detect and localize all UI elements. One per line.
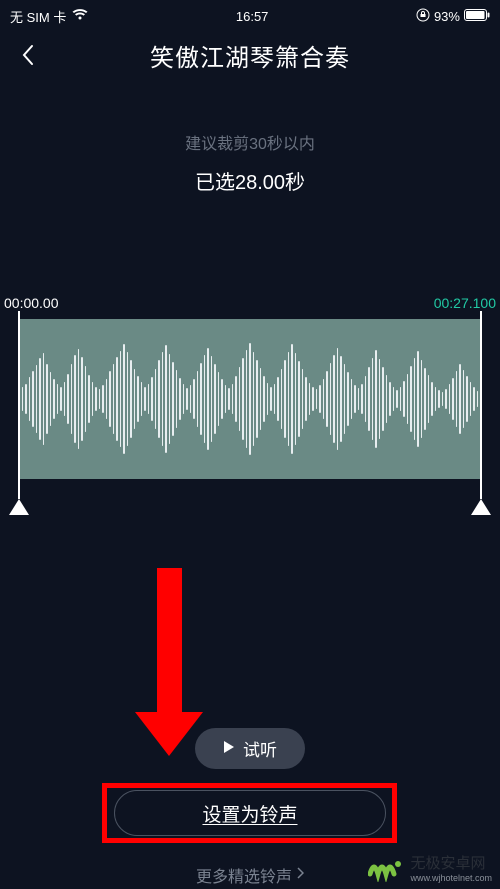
trim-handle-left[interactable] [18, 311, 20, 499]
status-right: 93% [416, 8, 490, 25]
set-ringtone-button[interactable]: 设置为铃声 [114, 790, 386, 836]
lock-rotation-icon [416, 8, 430, 25]
preview-button[interactable]: 试听 [195, 728, 305, 769]
more-label: 更多精选铃声 [196, 863, 292, 887]
more-ringtones-link[interactable]: 更多精选铃声 [196, 863, 304, 887]
waveform-container[interactable] [0, 319, 500, 479]
annotation-arrow-head [135, 712, 203, 756]
status-bar: 无 SIM 卡 16:57 93% [0, 0, 500, 28]
header: 笑傲江湖琴箫合奏 [0, 28, 500, 82]
selected-duration: 已选28.00秒 [0, 166, 500, 195]
watermark-logo-icon [368, 854, 404, 882]
trim-hint: 建议裁剪30秒以内 [0, 130, 500, 154]
start-time: 00:00.00 [4, 295, 59, 311]
watermark-text-wrap: 无极安卓网 www.wjhotelnet.com [410, 852, 492, 883]
battery-pct: 93% [434, 9, 460, 24]
watermark: 无极安卓网 www.wjhotelnet.com [368, 852, 492, 883]
timeline: 00:00.00 00:27.100 [0, 295, 500, 495]
preview-label: 试听 [243, 736, 277, 761]
trim-handle-right[interactable] [480, 311, 482, 499]
set-ringtone-label: 设置为铃声 [202, 800, 297, 827]
battery-icon [464, 9, 490, 24]
waveform [18, 319, 482, 479]
clock: 16:57 [236, 9, 269, 24]
status-left: 无 SIM 卡 [10, 7, 88, 26]
play-icon [223, 739, 235, 759]
watermark-brand: 无极安卓网 [410, 855, 485, 872]
sim-status: 无 SIM 卡 [10, 7, 66, 26]
chevron-right-icon [296, 866, 304, 884]
annotation-arrow-stem [157, 568, 182, 718]
watermark-url: www.wjhotelnet.com [410, 873, 492, 883]
page-title: 笑傲江湖琴箫合奏 [14, 38, 486, 73]
wifi-icon [72, 9, 88, 24]
chevron-left-icon [20, 43, 36, 67]
time-labels: 00:00.00 00:27.100 [0, 295, 500, 311]
back-button[interactable] [14, 41, 42, 69]
end-time: 00:27.100 [434, 295, 496, 311]
